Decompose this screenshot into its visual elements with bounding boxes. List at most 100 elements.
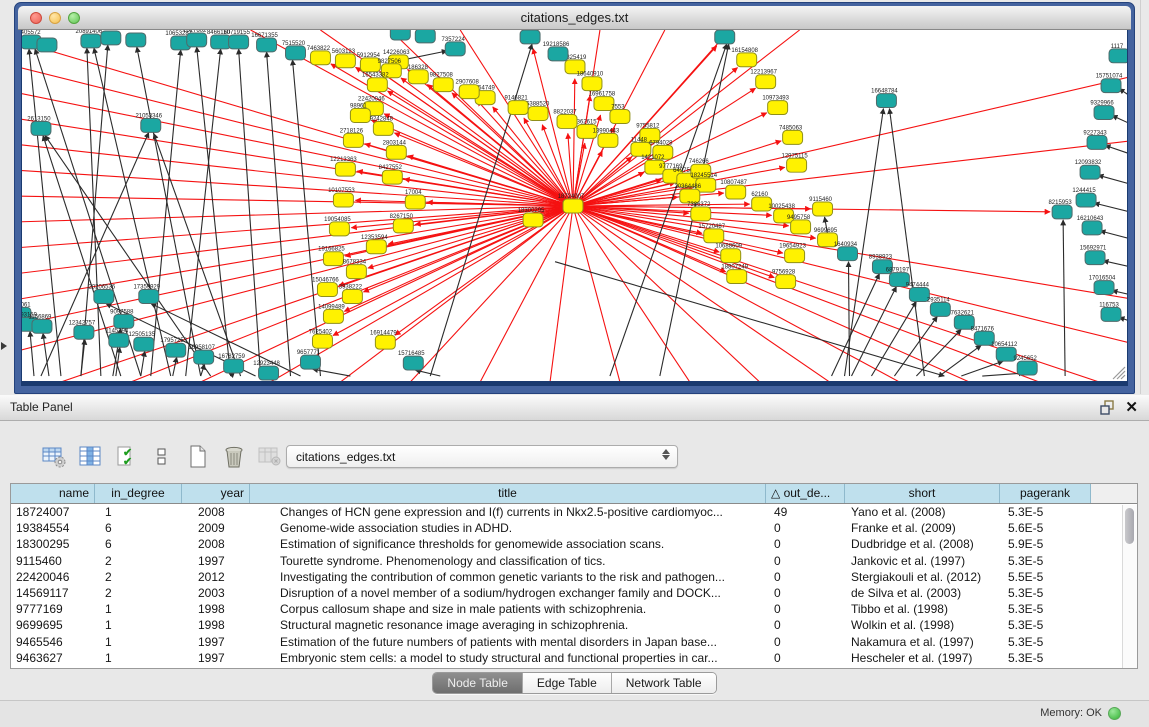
graph-node[interactable]: 21053346 [135,114,162,133]
table-row[interactable]: 946554611997Estimation of the future num… [11,634,1137,650]
column-header-pagerank[interactable]: pagerank [1000,484,1091,503]
graph-node[interactable]: 12923448 [253,361,280,380]
graph-node[interactable]: 2087682 [711,30,735,44]
table-row[interactable]: 1830029562008Estimation of significance … [11,536,1137,552]
graph-node[interactable]: 15692971 [1080,246,1107,265]
table-cell[interactable]: 2012 [182,569,250,585]
table-cell[interactable]: Hescheler et al. (1997) [845,650,1000,666]
table-cell[interactable]: 1 [95,504,182,520]
table-cell[interactable]: 0 [766,569,845,585]
table-row[interactable]: 1456911722003Disruption of a novel membe… [11,585,1137,601]
tab-node-table[interactable]: Node Table [433,673,523,693]
table-row[interactable]: 1872400712008Changes of HCN gene express… [11,504,1137,520]
table-cell[interactable]: 1 [95,650,182,666]
table-cell[interactable]: de Silva et al. (2003) [845,585,1000,601]
table-cell[interactable]: Nakamura et al. (1997) [845,634,1000,650]
table-cell[interactable]: Franke et al. (2009) [845,520,1000,536]
table-cell[interactable]: 1997 [182,553,250,569]
table-cell[interactable]: 0 [766,634,845,650]
graph-node[interactable]: 9097588 [110,309,134,328]
table-cell[interactable]: 18300295 [11,536,95,552]
close-panel-icon[interactable]: ✕ [1125,398,1138,416]
graph-node[interactable]: 12093832 [1075,160,1102,179]
table-cell[interactable]: 22420046 [11,569,95,585]
graph-node[interactable]: 12505135 [128,332,155,351]
graph-node[interactable]: 12975115 [782,153,809,172]
graph-node[interactable]: 9827508 [430,73,454,92]
table-cell[interactable]: 5.3E-5 [1000,601,1091,617]
graph-node[interactable]: 16671355 [251,33,278,52]
table-cell[interactable]: 2 [95,569,182,585]
graph-node[interactable]: 7515520 [282,41,306,60]
delete-table-disabled-icon[interactable] [256,444,284,470]
graph-node[interactable]: 15046766 [312,278,339,297]
table-cell[interactable]: 2009 [182,520,250,536]
graph-node[interactable]: 9115460 [809,197,833,216]
scrollbar-thumb[interactable] [1125,508,1134,544]
graph-node[interactable]: 10973493 [762,96,789,115]
table-cell[interactable]: 9463627 [11,650,95,666]
graph-node[interactable]: 7625402 [309,329,333,348]
column-header-name[interactable]: name [11,484,95,503]
window-titlebar[interactable]: citations_edges.txt [18,6,1131,30]
table-cell[interactable]: 2 [95,553,182,569]
table-cell[interactable]: 6 [95,520,182,536]
graph-node[interactable]: 16648784 [871,89,898,108]
table-cell[interactable]: 5.3E-5 [1000,585,1091,601]
new-file-icon[interactable] [184,444,212,470]
table-cell[interactable]: 2008 [182,504,250,520]
graph-node[interactable]: 20891406 [76,30,103,48]
graph-node[interactable]: 17004 [405,190,425,209]
graph-node[interactable]: 9227343 [1083,130,1107,149]
graph-node[interactable]: 9245652 [1014,356,1038,375]
graph-node[interactable]: 7485063 [779,125,803,144]
graph-node[interactable]: 1640934 [834,242,858,261]
table-cell[interactable]: 2 [95,585,182,601]
graph-node[interactable]: 7553 [610,105,630,124]
hidden-panel-arrow-icon[interactable] [1,342,7,350]
table-cell[interactable]: Wolkin et al. (1998) [845,617,1000,633]
tab-edge-table[interactable]: Edge Table [523,673,612,693]
graph-node[interactable]: 1156869 [29,314,53,333]
table-row[interactable]: 969969511998Structural magnetic resonanc… [11,617,1137,633]
graph-node[interactable]: 9329966 [1090,101,1114,120]
graph-node[interactable]: 8267150 [390,214,414,233]
table-cell[interactable]: 5.3E-5 [1000,504,1091,520]
graph-node[interactable]: 15720487 [698,224,725,243]
graph-node[interactable]: 7463822 [307,46,331,65]
table-cell[interactable]: 0 [766,536,845,552]
table-cell[interactable]: 49 [766,504,845,520]
graph-node[interactable]: 19654923 [779,244,806,263]
table-cell[interactable]: 0 [766,617,845,633]
graph-node[interactable]: 16914479 [370,330,397,349]
graph-node[interactable]: 2803144 [383,140,407,159]
table-cell[interactable]: 0 [766,585,845,601]
graph-node[interactable]: 10807487 [720,180,747,199]
resize-grip-icon[interactable] [1113,367,1125,379]
graph-node[interactable]: 9495758 [787,215,811,234]
table-cell[interactable]: Estimation of the future numbers of pati… [250,634,766,650]
table-cell[interactable]: 5.6E-5 [1000,520,1091,536]
table-cell[interactable]: 0 [766,650,845,666]
table-cell[interactable]: 5.3E-5 [1000,553,1091,569]
graph-node[interactable]: 10688609 [715,244,742,263]
graph-node[interactable]: 17016504 [1089,276,1116,295]
table-cell[interactable]: 0 [766,520,845,536]
graph-node[interactable]: 14099489 [318,304,345,323]
graph-node[interactable] [37,38,57,52]
graph-node[interactable]: 16210643 [1077,216,1104,235]
graph-node[interactable]: 8427552 [379,165,403,184]
table-cell[interactable]: 9777169 [11,601,95,617]
table-cell[interactable]: 5.3E-5 [1000,617,1091,633]
column-header-year[interactable]: year [182,484,250,503]
table-cell[interactable]: 1998 [182,617,250,633]
table-cell[interactable]: 1 [95,634,182,650]
table-cell[interactable]: 2003 [182,585,250,601]
column-header-short[interactable]: short [845,484,1000,503]
graph-node[interactable]: 16543382 [362,73,389,92]
graph-node[interactable]: 7357224 [442,37,466,56]
graph-node[interactable]: 3803 [415,30,435,43]
table-cell[interactable]: 5.5E-5 [1000,569,1091,585]
graph-node[interactable]: 8813054 [516,30,540,44]
table-cell[interactable]: 14569117 [11,585,95,601]
